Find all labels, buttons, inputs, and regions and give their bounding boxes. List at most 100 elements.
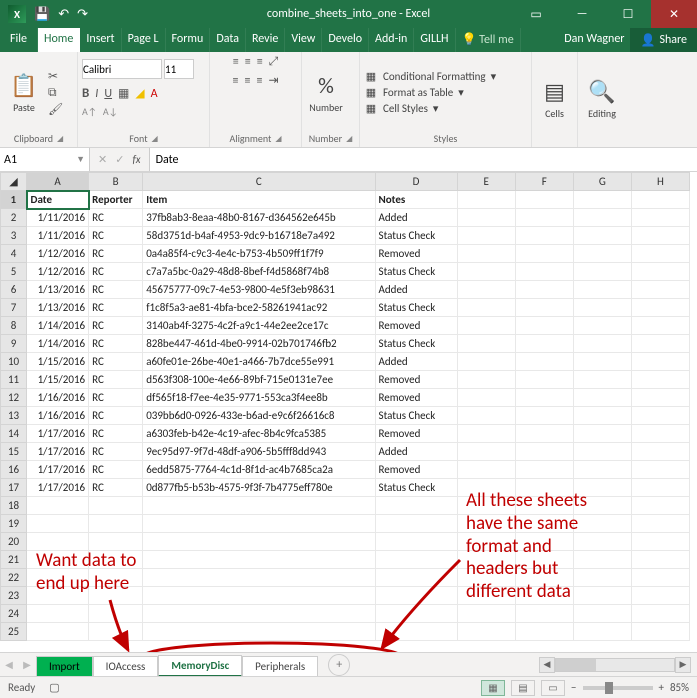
name-box[interactable]: A1▼ bbox=[0, 148, 90, 171]
share-button[interactable]: 👤Share bbox=[630, 28, 697, 52]
tab-formulas[interactable]: Formu bbox=[166, 28, 211, 52]
bold-button[interactable]: B bbox=[82, 86, 89, 101]
font-color-button[interactable]: A bbox=[151, 87, 158, 101]
indent-icon[interactable]: ⇥ bbox=[268, 73, 278, 88]
tell-me-search[interactable]: 💡 Tell me bbox=[456, 28, 521, 52]
row-header[interactable]: 18 bbox=[1, 497, 27, 515]
cell[interactable]: 1/17/2016 bbox=[27, 443, 89, 461]
zoom-out-button[interactable]: − bbox=[571, 681, 576, 694]
sheet-tab-memorydisc[interactable]: MemoryDisc bbox=[158, 655, 242, 677]
cell[interactable]: 1/13/2016 bbox=[27, 281, 89, 299]
col-header-A[interactable]: A bbox=[27, 173, 89, 191]
conditional-formatting-button[interactable]: ▦Conditional Formatting ▾ bbox=[364, 70, 496, 83]
cell[interactable]: Added bbox=[375, 353, 457, 371]
select-all-corner[interactable]: ◢ bbox=[1, 173, 27, 191]
decrease-font-icon[interactable]: A↓ bbox=[103, 105, 118, 118]
cell[interactable]: 0d877fb5-b53b-4575-9f3f-7b4775eff780e bbox=[143, 479, 375, 497]
fx-icon[interactable]: fx bbox=[132, 153, 140, 166]
sheet-nav-prev-icon[interactable]: ◀ bbox=[0, 658, 18, 671]
cell[interactable]: Status Check bbox=[375, 407, 457, 425]
cell[interactable]: f1c8f5a3-ae81-4bfa-bce2-58261941ac92 bbox=[143, 299, 375, 317]
row-header[interactable]: 19 bbox=[1, 515, 27, 533]
cell[interactable]: Status Check bbox=[375, 263, 457, 281]
tab-developer[interactable]: Develo bbox=[322, 28, 369, 52]
cancel-formula-icon[interactable]: ✕ bbox=[98, 153, 107, 166]
row-header[interactable]: 7 bbox=[1, 299, 27, 317]
cell[interactable]: 1/12/2016 bbox=[27, 263, 89, 281]
row-header[interactable]: 25 bbox=[1, 623, 27, 641]
zoom-in-button[interactable]: + bbox=[659, 681, 664, 694]
cell[interactable]: 1/17/2016 bbox=[27, 425, 89, 443]
row-header[interactable]: 6 bbox=[1, 281, 27, 299]
align-left-icon[interactable]: ≡ bbox=[232, 74, 238, 88]
editing-button[interactable]: 🔍Editing bbox=[582, 78, 622, 120]
tab-insert[interactable]: Insert bbox=[80, 28, 121, 52]
row-header[interactable]: 16 bbox=[1, 461, 27, 479]
ribbon-options-icon[interactable]: ▭ bbox=[513, 0, 559, 28]
cell[interactable]: RC bbox=[89, 425, 143, 443]
col-header-E[interactable]: E bbox=[457, 173, 515, 191]
row-header[interactable]: 24 bbox=[1, 605, 27, 623]
row-header[interactable]: 12 bbox=[1, 389, 27, 407]
sheet-tab-import[interactable]: Import bbox=[36, 656, 93, 676]
account-user[interactable]: Dan Wagner bbox=[558, 28, 630, 52]
dialog-launcher-icon[interactable]: ◢ bbox=[275, 134, 281, 144]
worksheet-grid[interactable]: ◢ A B C D E F G H 1DateReporterItemNotes… bbox=[0, 172, 697, 641]
minimize-button[interactable]: — bbox=[559, 0, 605, 28]
cell[interactable]: RC bbox=[89, 335, 143, 353]
cell[interactable]: 1/17/2016 bbox=[27, 461, 89, 479]
new-sheet-button[interactable]: + bbox=[328, 654, 350, 676]
align-top-icon[interactable]: ≡ bbox=[233, 55, 239, 69]
cell[interactable]: 1/15/2016 bbox=[27, 371, 89, 389]
cell[interactable]: Removed bbox=[375, 245, 457, 263]
cell[interactable]: RC bbox=[89, 353, 143, 371]
cell[interactable]: RC bbox=[89, 371, 143, 389]
cell[interactable]: Item bbox=[143, 191, 375, 209]
cell-styles-button[interactable]: ▦Cell Styles ▾ bbox=[364, 102, 496, 115]
cell[interactable]: RC bbox=[89, 227, 143, 245]
view-normal-button[interactable]: ▦ bbox=[481, 680, 505, 696]
cell[interactable]: Added bbox=[375, 443, 457, 461]
row-header[interactable]: 1 bbox=[1, 191, 27, 209]
col-header-F[interactable]: F bbox=[515, 173, 573, 191]
align-right-icon[interactable]: ≡ bbox=[256, 74, 262, 88]
cell[interactable]: Removed bbox=[375, 389, 457, 407]
view-page-layout-button[interactable]: ▤ bbox=[511, 680, 535, 696]
sheet-tab-peripherals[interactable]: Peripherals bbox=[242, 656, 318, 676]
undo-icon[interactable]: ↶ bbox=[58, 7, 69, 22]
row-header[interactable]: 17 bbox=[1, 479, 27, 497]
scroll-left-icon[interactable]: ◀ bbox=[539, 657, 555, 673]
cell[interactable]: 1/17/2016 bbox=[27, 479, 89, 497]
cell[interactable]: a60fe01e-26be-40e1-a466-7b7dce55e991 bbox=[143, 353, 375, 371]
view-page-break-button[interactable]: ▭ bbox=[541, 680, 565, 696]
fill-color-button[interactable]: ◢ bbox=[135, 86, 144, 101]
row-header[interactable]: 5 bbox=[1, 263, 27, 281]
sheet-tab-ioaccess[interactable]: IOAccess bbox=[93, 656, 159, 676]
cell[interactable]: Added bbox=[375, 281, 457, 299]
cell[interactable]: RC bbox=[89, 281, 143, 299]
row-header[interactable]: 10 bbox=[1, 353, 27, 371]
cell[interactable]: RC bbox=[89, 407, 143, 425]
row-header[interactable]: 14 bbox=[1, 425, 27, 443]
cell[interactable]: 6edd5875-7764-4c1d-8f1d-ac4b7685ca2a bbox=[143, 461, 375, 479]
cell[interactable]: RC bbox=[89, 317, 143, 335]
col-header-B[interactable]: B bbox=[89, 173, 143, 191]
cell[interactable]: 45675777-09c7-4e53-9800-4e5f3eb98631 bbox=[143, 281, 375, 299]
cell[interactable]: RC bbox=[89, 209, 143, 227]
format-painter-icon[interactable]: 🖌 bbox=[48, 102, 63, 117]
cell[interactable]: 37fb8ab3-8eaa-48b0-8167-d364562e645b bbox=[143, 209, 375, 227]
cell[interactable]: 1/14/2016 bbox=[27, 317, 89, 335]
cut-icon[interactable]: ✂ bbox=[48, 69, 63, 84]
dialog-launcher-icon[interactable]: ◢ bbox=[152, 134, 158, 144]
cell[interactable]: RC bbox=[89, 461, 143, 479]
row-header[interactable]: 4 bbox=[1, 245, 27, 263]
row-header[interactable]: 21 bbox=[1, 551, 27, 569]
col-header-H[interactable]: H bbox=[631, 173, 689, 191]
cell[interactable]: 1/12/2016 bbox=[27, 245, 89, 263]
row-header[interactable]: 23 bbox=[1, 587, 27, 605]
align-bottom-icon[interactable]: ≡ bbox=[257, 55, 263, 69]
align-center-icon[interactable]: ≡ bbox=[244, 74, 250, 88]
cell[interactable]: 039bb6d0-0926-433e-b6ad-e9c6f26616c8 bbox=[143, 407, 375, 425]
cell[interactable]: 0a4a85f4-c9c3-4e4c-b753-4b509ff1f7f9 bbox=[143, 245, 375, 263]
dialog-launcher-icon[interactable]: ◢ bbox=[57, 134, 63, 144]
